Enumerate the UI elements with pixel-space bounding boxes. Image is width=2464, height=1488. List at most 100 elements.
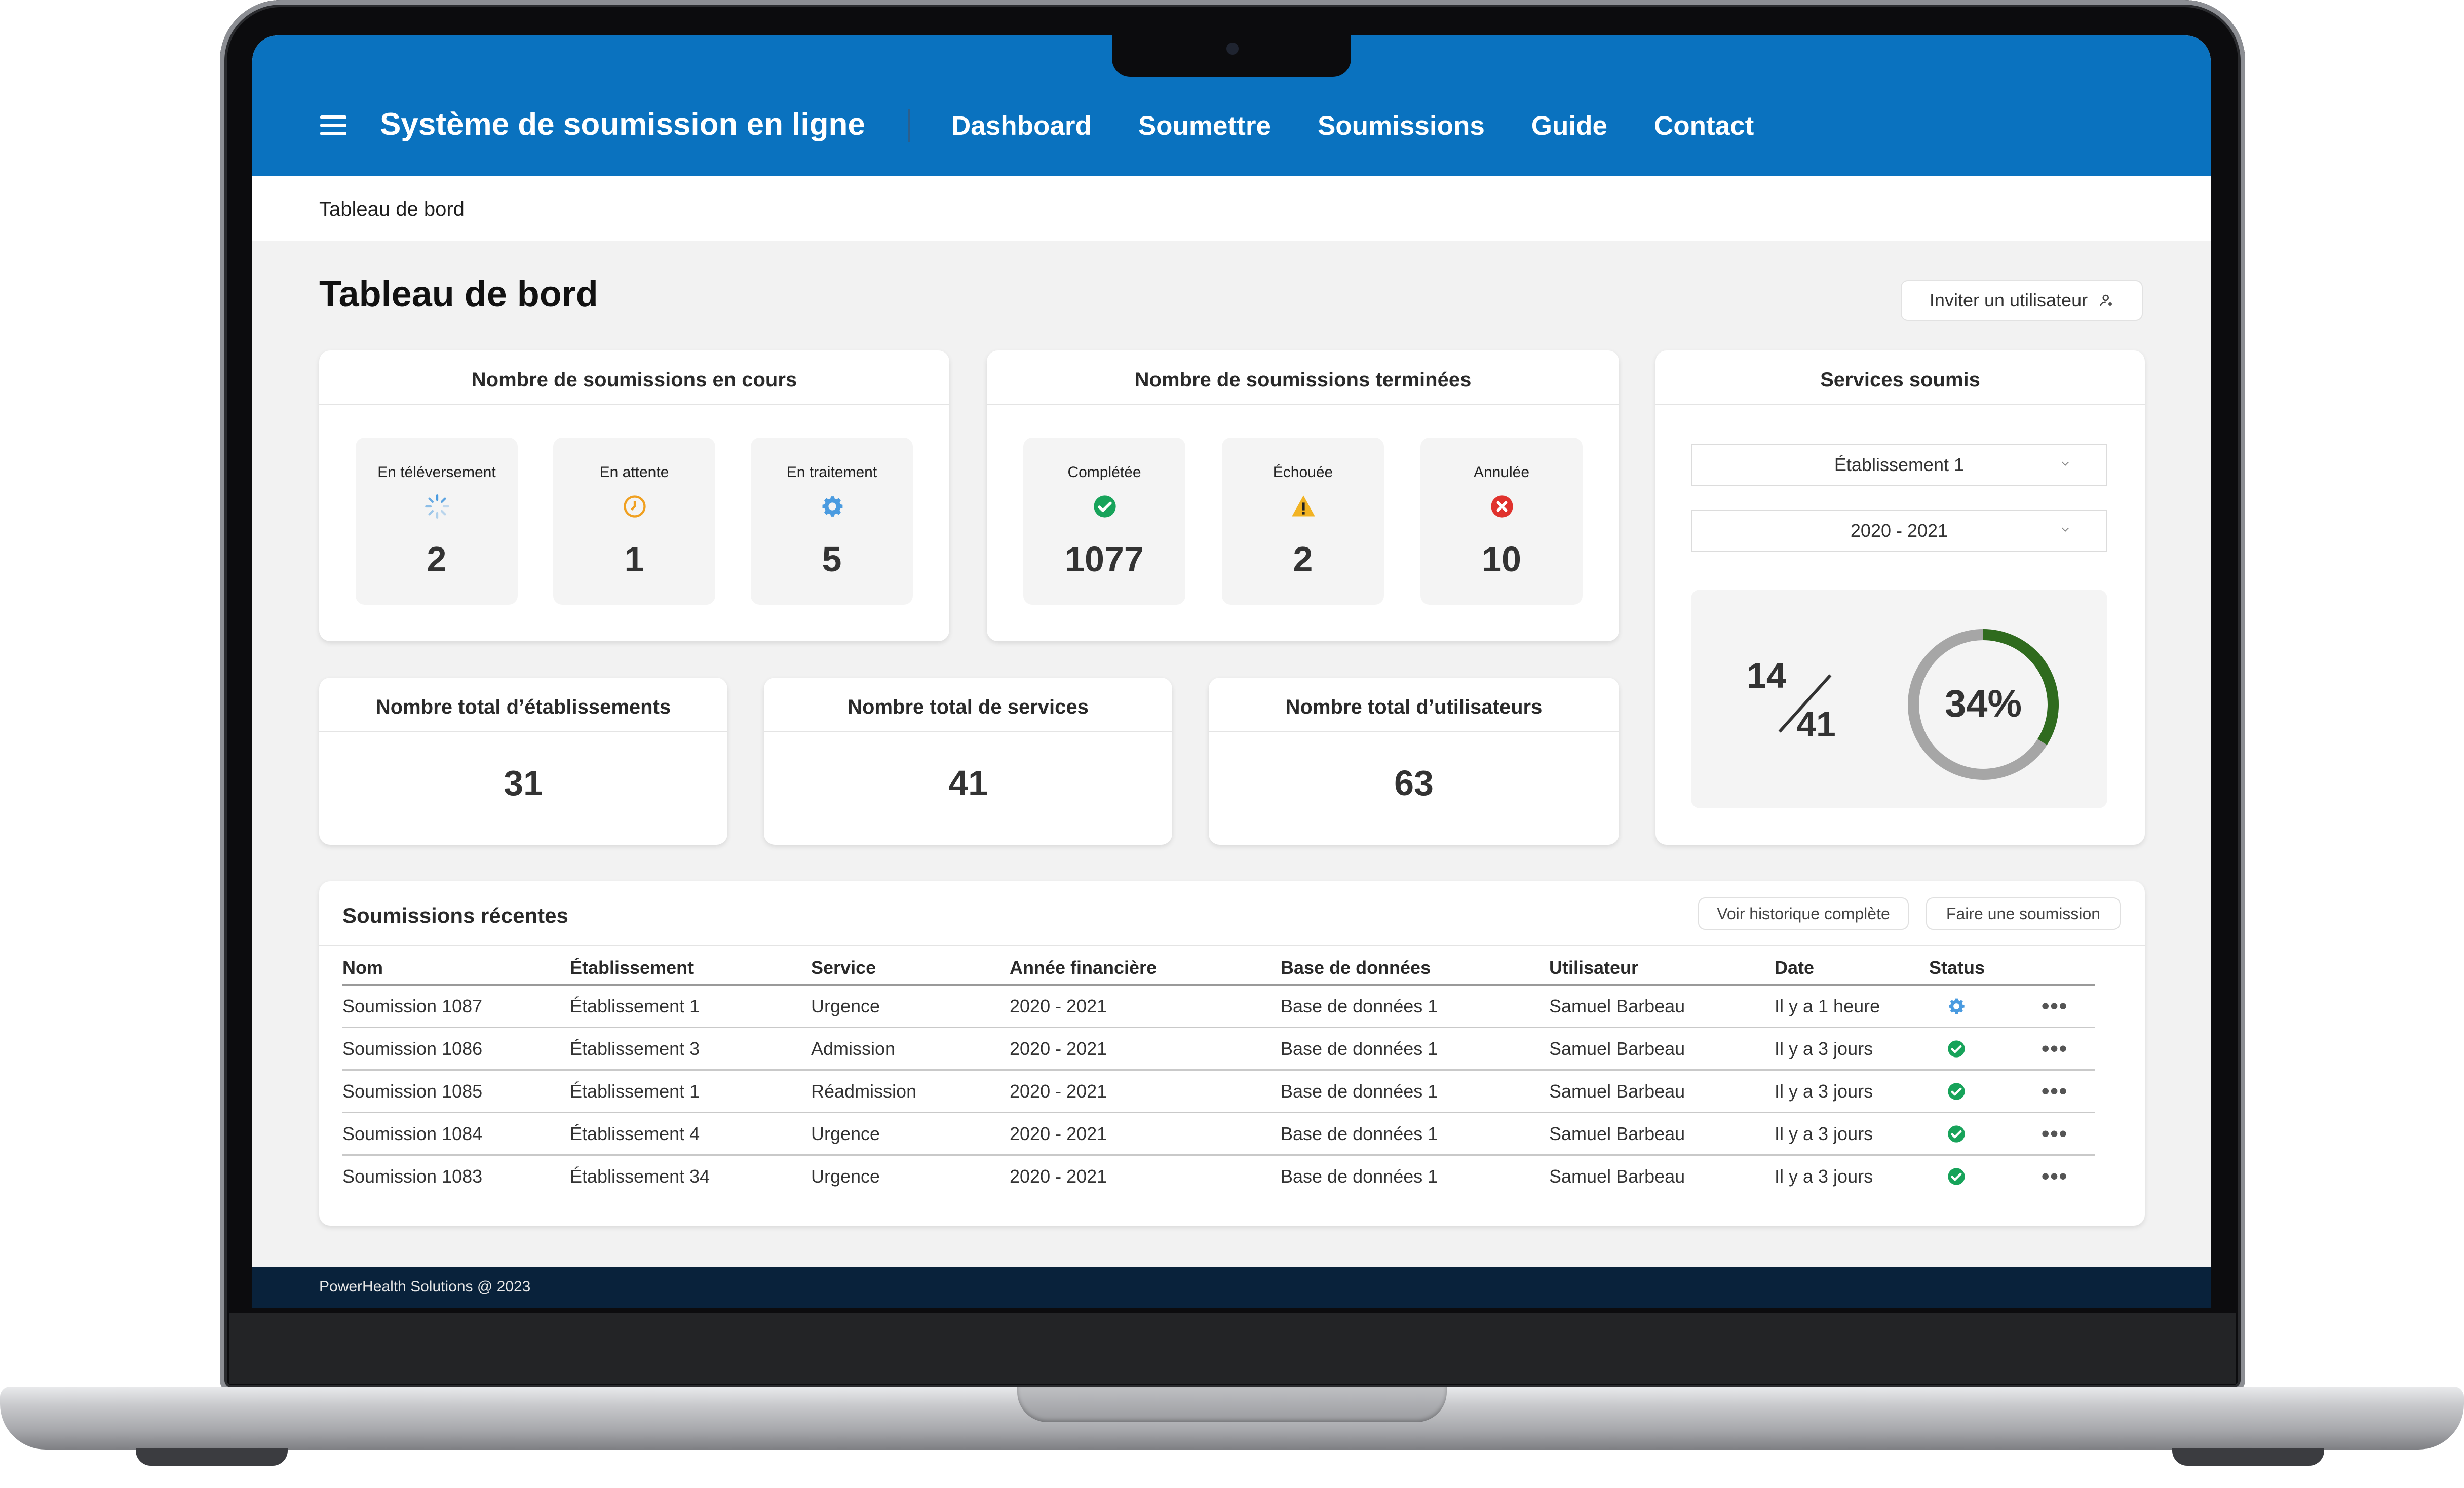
stat-label: En téléversement — [377, 464, 496, 481]
establishment-select-value: Établissement 1 — [1834, 454, 1965, 475]
cell-year: 2020 - 2021 — [1010, 985, 1281, 1028]
row-menu-button[interactable]: ••• — [2042, 1155, 2095, 1197]
year-select-value: 2020 - 2021 — [1850, 520, 1948, 541]
table-row[interactable]: Soumission 1083 Établissement 34 Urgence… — [342, 1155, 2095, 1197]
cell-user: Samuel Barbeau — [1549, 1112, 1775, 1156]
stat-value: 1 — [624, 539, 644, 579]
cell-year: 2020 - 2021 — [1010, 1165, 1107, 1187]
card-title: Nombre de soumissions terminées — [1134, 369, 1472, 391]
table-row[interactable]: Soumission 1086 Établissement 3 Admissio… — [342, 1027, 2095, 1071]
chevron-down-icon — [2061, 461, 2069, 466]
footer: PowerHealth Solutions @ 2023 — [252, 1267, 2211, 1308]
cell-date: Il y a 3 jours — [1775, 1070, 1929, 1113]
col-header[interactable]: Établissement — [570, 952, 811, 986]
year-select[interactable]: 2020 - 2021 — [1691, 510, 2107, 552]
more-icon[interactable]: ••• — [2042, 1121, 2068, 1146]
col-header[interactable]: Nom — [342, 952, 570, 986]
cell-name: Soumission 1085 — [342, 1070, 570, 1113]
row-menu-button[interactable]: ••• — [2042, 1027, 2095, 1071]
stat-value: 1077 — [1065, 539, 1144, 579]
cell-establishment: Établissement 3 — [570, 1027, 811, 1071]
hamburger-menu-icon[interactable] — [320, 115, 346, 136]
total-value: 31 — [504, 763, 543, 803]
table-row[interactable]: Soumission 1085 Établissement 1 Réadmiss… — [342, 1070, 2095, 1113]
col-header[interactable]: Date — [1775, 952, 1929, 986]
cell-date: Il y a 3 jours — [1775, 1165, 1873, 1187]
total-value: 41 — [948, 763, 988, 803]
table-row[interactable]: Soumission 1084 Établissement 4 Urgence … — [342, 1112, 2095, 1156]
table-header-row: Nom Établissement Service Année financiè… — [342, 952, 2095, 986]
nav-dashboard[interactable]: Dashboard — [951, 110, 1092, 141]
card-title: Services soumis — [1820, 369, 1980, 391]
breadcrumb[interactable]: Tableau de bord — [319, 198, 465, 221]
cell-name: Soumission 1086 — [342, 1027, 570, 1071]
cell-year: 2020 - 2021 — [1010, 1070, 1281, 1113]
nav-contact[interactable]: Contact — [1654, 110, 1754, 141]
chevron-down-icon — [2061, 527, 2069, 532]
stat-failed[interactable]: Échouée 2 — [1222, 438, 1384, 605]
laptop-lid-notch — [1017, 1387, 1447, 1422]
col-header[interactable]: Année financière — [1010, 952, 1281, 986]
stat-cancelled[interactable]: Annulée 10 — [1420, 438, 1583, 605]
more-icon[interactable]: ••• — [2042, 1164, 2068, 1189]
cell-user: Samuel Barbeau — [1549, 1165, 1685, 1187]
card-title: Nombre de soumissions en cours — [471, 369, 797, 391]
divider — [319, 731, 727, 732]
cell-name: Soumission 1087 — [342, 985, 570, 1028]
divider — [1655, 404, 2145, 405]
loading-spinner-icon — [425, 494, 449, 519]
submissions-table: Nom Établissement Service Année financiè… — [342, 952, 2095, 1197]
laptop-chin — [229, 1313, 2236, 1384]
clock-icon — [624, 495, 646, 518]
more-icon[interactable]: ••• — [2042, 1079, 2068, 1104]
gear-icon — [822, 496, 843, 517]
stat-completed[interactable]: Complétée 1077 — [1023, 438, 1185, 605]
nav-guide[interactable]: Guide — [1531, 110, 1607, 141]
nav-soumissions[interactable]: Soumissions — [1318, 110, 1485, 141]
cell-user: Samuel Barbeau — [1549, 1027, 1775, 1071]
nav-soumettre[interactable]: Soumettre — [1138, 110, 1271, 141]
check-circle-icon — [1094, 495, 1116, 518]
stat-uploading[interactable]: En téléversement 2 — [356, 438, 518, 605]
cell-status — [1929, 1027, 2042, 1071]
more-icon[interactable]: ••• — [2042, 1036, 2068, 1061]
cell-database: Base de données 1 — [1281, 1165, 1438, 1187]
invite-user-button[interactable]: Inviter un utilisateur — [1901, 280, 2143, 321]
cell-user: Samuel Barbeau — [1549, 1070, 1775, 1113]
cell-user: Samuel Barbeau — [1549, 985, 1775, 1028]
row-menu-button[interactable]: ••• — [2042, 1070, 2095, 1113]
cell-establishment: Établissement 1 — [570, 985, 811, 1028]
view-history-button[interactable]: Voir historique complète — [1698, 897, 1909, 930]
col-header[interactable]: Status — [1929, 952, 2042, 986]
in-progress-card: Nombre de soumissions en cours En téléve… — [319, 350, 949, 641]
col-header[interactable]: Service — [811, 952, 1010, 986]
row-menu-button[interactable]: ••• — [2042, 1112, 2095, 1156]
submitted-count: 14 — [1747, 656, 1786, 695]
row-menu-button[interactable]: ••• — [2042, 985, 2095, 1028]
cell-establishment: Établissement 34 — [570, 1165, 710, 1187]
breadcrumb-bar: Tableau de bord — [252, 176, 2211, 241]
col-header[interactable]: Base de données — [1281, 952, 1549, 986]
col-header[interactable]: Utilisateur — [1549, 952, 1775, 986]
total-establishments-card: Nombre total d’établissements 31 — [319, 678, 727, 845]
check-circle-icon — [1948, 1167, 1965, 1185]
stat-processing[interactable]: En traitement 5 — [751, 438, 913, 605]
check-circle-icon — [1948, 1082, 1965, 1100]
user-icon — [2100, 294, 2112, 306]
divider — [1209, 731, 1619, 732]
cell-name: Soumission 1084 — [342, 1112, 570, 1156]
stat-value: 2 — [427, 539, 447, 579]
stat-value: 2 — [1293, 539, 1313, 579]
stat-label: En attente — [599, 464, 669, 481]
cell-status — [1929, 985, 2042, 1028]
make-submission-button[interactable]: Faire une soumission — [1926, 897, 2121, 930]
cell-database: Base de données 1 — [1281, 1112, 1549, 1156]
more-icon[interactable]: ••• — [2042, 994, 2068, 1019]
establishment-select[interactable]: Établissement 1 — [1691, 444, 2107, 486]
stat-pending[interactable]: En attente 1 — [553, 438, 715, 605]
table-row[interactable]: Soumission 1087 Établissement 1 Urgence … — [342, 985, 2095, 1028]
cell-name: Soumission 1083 — [342, 1165, 483, 1187]
divider — [987, 404, 1619, 405]
total-value: 63 — [1394, 763, 1434, 803]
divider — [319, 945, 2145, 946]
